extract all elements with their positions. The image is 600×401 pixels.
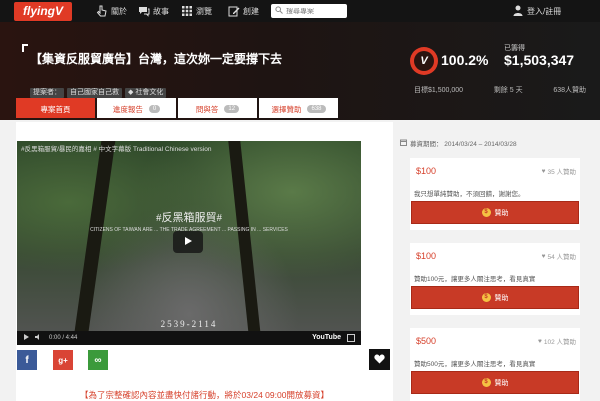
nav-item-label: 瀏覽: [196, 6, 212, 16]
favorite-button[interactable]: [369, 349, 390, 370]
goal-amount: 目標$1,500,000: [414, 87, 464, 94]
proposer-label: 提案者：: [30, 88, 64, 98]
chat-icon: [138, 5, 150, 17]
play-small-icon[interactable]: [23, 334, 29, 342]
heart-icon: ♥: [541, 167, 546, 175]
grid-icon: [181, 5, 193, 17]
heart-icon: ♥: [537, 337, 542, 345]
search-icon: [275, 6, 283, 16]
raised-amount: $1,503,347: [504, 52, 575, 68]
fullscreen-icon[interactable]: [347, 334, 355, 342]
youtube-logo[interactable]: YouTube: [312, 334, 341, 341]
link-share-button[interactable]: ∞: [88, 350, 108, 370]
googleplus-icon: g+: [58, 355, 68, 365]
coin-icon: $: [481, 378, 491, 387]
facebook-icon: f: [25, 354, 29, 366]
tag-icon: ◆: [128, 89, 134, 96]
nav-item-stories[interactable]: 故事: [138, 0, 169, 22]
nav-item-label: 關於: [111, 6, 127, 16]
video-controls: 0:00 / 4:44 YouTube: [17, 331, 361, 345]
sponsor-button-label: 贊助: [494, 294, 509, 302]
reward-card: $100 ♥ 54 人贊助 贊助100元，讓更多人關注思考，看見真實 $ 贊助: [410, 243, 580, 315]
reward-description: 贊助100元，讓更多人關注思考，看見真實: [414, 276, 536, 283]
tab-badge: 638: [307, 105, 326, 113]
title-bracket-decoration: [22, 44, 28, 52]
project-tabs: 專案首頁 進度報告 0 問與答 12 選擇贊助 638: [16, 98, 338, 118]
reward-description: 我只想單純贊助，不須回饋，謝謝您。: [414, 191, 525, 198]
login-link[interactable]: 登入/註冊: [513, 0, 561, 22]
tab-badge: 12: [224, 105, 240, 113]
reward-backers: ♥ 35 人贊助: [541, 166, 576, 177]
flyingv-v-icon: V: [414, 51, 434, 71]
backer-count: 638人贊助: [553, 87, 586, 94]
calendar-icon: [400, 139, 407, 148]
sponsor-button[interactable]: $ 贊助: [411, 286, 579, 309]
heart-icon: [374, 354, 385, 366]
funding-period: 募資期間： 2014/03/24 – 2014/03/28: [400, 138, 517, 148]
reward-backers-count: 102 人贊助: [543, 339, 576, 346]
sponsor-button[interactable]: $ 贊助: [411, 371, 579, 394]
days-left: 剩餘 5 天: [493, 87, 523, 94]
progress-ring: V: [410, 47, 438, 75]
reward-description: 贊助500元，讓更多人關注思考，看見真實: [414, 361, 536, 368]
tab-qa[interactable]: 問與答 12: [178, 98, 257, 118]
pointer-icon: [96, 5, 108, 17]
nav-item-label: 故事: [153, 6, 169, 16]
funding-period-text: 募資期間： 2014/03/24 – 2014/03/28: [410, 141, 517, 148]
tab-home[interactable]: 專案首頁: [16, 98, 95, 118]
tab-label: 進度報告: [112, 104, 143, 114]
project-title: 【集資反服貿廣告】台灣，這次妳一定要撐下去: [30, 52, 283, 66]
video-title[interactable]: #反黑箱服貿/暴民的嘉相 # 中文字幕版 Traditional Chinese…: [21, 143, 211, 153]
video-overlay-date: 2539-2114: [160, 319, 218, 329]
top-nav: flyingV 關於 故事 瀏覽 創建 登入/註冊: [0, 0, 600, 22]
nav-item-label: 創建: [243, 6, 259, 16]
play-icon: [183, 236, 193, 248]
project-proposer: 提案者： 自己國家自己救 ◆ 社會文化: [30, 88, 167, 98]
reward-amount: $100: [416, 166, 437, 176]
video-time: 0:00 / 4:44: [49, 335, 78, 341]
project-stats: 目標$1,500,000 剩餘 5 天 638人贊助: [414, 85, 586, 95]
reward-backers-count: 54 人贊助: [547, 254, 576, 261]
reward-card: $100 ♥ 35 人贊助 我只想單純贊助，不須回饋，謝謝您。 $ 贊助: [410, 158, 580, 230]
nav-item-about[interactable]: 關於: [96, 0, 127, 22]
reward-amount: $500: [416, 336, 437, 346]
tab-label: 專案首頁: [40, 104, 71, 114]
video-player[interactable]: #反黑箱服貿/暴民的嘉相 # 中文字幕版 Traditional Chinese…: [17, 141, 361, 345]
tab-sponsor[interactable]: 選擇贊助 638: [259, 98, 338, 118]
tab-label: 問與答: [195, 104, 219, 114]
login-label: 登入/註冊: [527, 6, 562, 16]
search-box[interactable]: [271, 4, 347, 18]
category-tag[interactable]: ◆ 社會文化: [125, 88, 167, 98]
reward-amount: $100: [416, 251, 437, 261]
search-input[interactable]: [286, 7, 346, 15]
flyingv-logo[interactable]: flyingV: [14, 2, 72, 21]
reward-card: $500 ♥ 102 人贊助 贊助500元，讓更多人關注思考，看見真實 $ 贊助: [410, 328, 580, 401]
googleplus-share-button[interactable]: g+: [53, 350, 73, 370]
category-label: 社會文化: [135, 89, 164, 96]
volume-icon[interactable]: [35, 334, 43, 342]
tab-progress[interactable]: 進度報告 0: [97, 98, 176, 118]
edit-icon: [228, 5, 240, 17]
reward-backers: ♥ 54 人贊助: [541, 251, 576, 262]
sponsor-button[interactable]: $ 贊助: [411, 201, 579, 224]
nav-item-create[interactable]: 創建: [228, 0, 259, 22]
nav-item-browse[interactable]: 瀏覽: [181, 0, 212, 22]
funding-notice: 【為了宗整確認內容並盡快付諸行動，將於03/24 09:00開放募資】: [80, 390, 329, 400]
tab-badge: 0: [148, 105, 161, 113]
coin-icon: $: [481, 208, 491, 217]
facebook-share-button[interactable]: f: [17, 350, 37, 370]
coin-icon: $: [481, 293, 491, 302]
sponsor-button-label: 贊助: [494, 379, 509, 387]
heart-icon: ♥: [541, 252, 546, 260]
proposer-name[interactable]: 自己國家自己救: [67, 88, 122, 98]
video-overlay-title: #反黑箱服貿#: [156, 212, 222, 224]
reward-backers: ♥ 102 人贊助: [537, 336, 576, 347]
funded-percent: 100.2%: [441, 52, 489, 68]
reward-backers-count: 35 人贊助: [547, 169, 576, 176]
sponsor-button-label: 贊助: [494, 209, 509, 217]
play-button[interactable]: [173, 231, 203, 253]
link-icon: ∞: [94, 354, 102, 366]
user-icon: [513, 5, 523, 18]
tab-label: 選擇贊助: [271, 104, 302, 114]
